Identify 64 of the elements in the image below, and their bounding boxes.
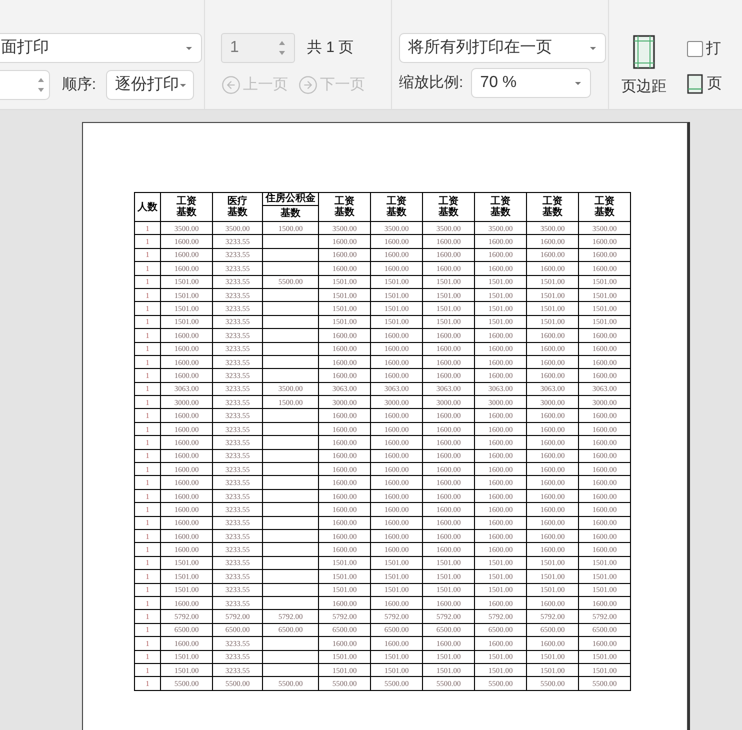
header-text: 基数: [490, 207, 510, 218]
table-cell: [262, 529, 318, 543]
table-cell: [262, 262, 318, 276]
table-cell: [262, 636, 318, 650]
table-cell: [262, 355, 318, 369]
header-text: 基数: [438, 207, 458, 218]
table-cell: [262, 449, 318, 463]
header-text: 医疗: [228, 196, 248, 207]
table-cell: [262, 422, 318, 436]
zoom-dropdown[interactable]: 70 %: [471, 68, 592, 98]
table-cell: [262, 368, 318, 382]
table-cell: [262, 315, 318, 329]
header-text: 人数: [138, 202, 158, 212]
caret-icon: [179, 82, 187, 88]
table-cell: [262, 328, 318, 342]
margins-button[interactable]: 页边距: [609, 34, 679, 109]
page-icon: [687, 74, 703, 94]
header-text: 工资: [490, 196, 510, 207]
header-footer-button[interactable]: 页: [687, 72, 722, 95]
header-text: 住房公积金: [263, 193, 318, 206]
table-cell: [262, 248, 318, 262]
table-cell: [262, 663, 318, 677]
scaling-dropdown[interactable]: 将所有列打印在一页: [399, 33, 606, 63]
table-cell: [262, 596, 318, 610]
table-cell: [262, 302, 318, 316]
page-total: 共 1 页: [307, 38, 354, 58]
table-cell: [262, 462, 318, 476]
caret-icon: [589, 46, 597, 50]
header-text: 工资: [176, 196, 196, 207]
zoom-label: 缩放比例:: [399, 72, 464, 93]
order-label: 顺序:: [62, 74, 96, 95]
print-checkbox-option[interactable]: 打: [687, 38, 722, 60]
table-cell: [262, 234, 318, 248]
header-text: 基数: [542, 207, 562, 218]
table-cell: [262, 556, 318, 570]
page-margins-icon: [632, 34, 656, 70]
header-text: 工资: [386, 196, 406, 207]
table-cell: [262, 342, 318, 356]
table-cell: [262, 650, 318, 664]
header-text: 工资: [438, 196, 458, 207]
caret-icon: [574, 80, 582, 86]
header-text: 工资: [594, 196, 614, 207]
checkbox[interactable]: [687, 41, 703, 58]
header-text: 基数: [386, 207, 406, 218]
caret-icon: [185, 46, 193, 50]
header-text: 基数: [176, 207, 196, 218]
table-cell: [262, 288, 318, 302]
table-cell: [262, 516, 318, 530]
header-text: 基数: [334, 207, 354, 218]
table-cell: [262, 583, 318, 596]
order-dropdown[interactable]: 逐份打印: [106, 70, 194, 100]
header-text: 工资: [542, 196, 562, 207]
table-cell: [262, 476, 318, 490]
header-text: 基数: [280, 206, 302, 221]
table-cell: [262, 436, 318, 450]
table-cell: [262, 489, 318, 503]
print-mode-dropdown[interactable]: 面打印: [0, 33, 202, 63]
table-cell: [262, 502, 318, 516]
table-cell: [262, 570, 318, 584]
header-text: 工资: [334, 196, 354, 207]
header-text: 基数: [594, 207, 614, 218]
table-cell: [262, 542, 318, 556]
table-cell: [262, 408, 318, 422]
header-text: 基数: [228, 207, 248, 218]
